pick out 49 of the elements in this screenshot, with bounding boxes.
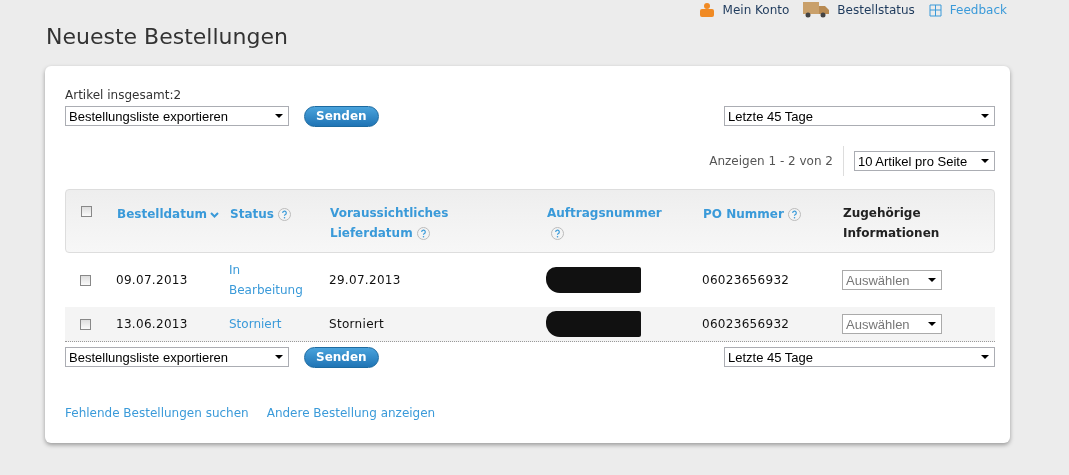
row-checkbox[interactable]	[80, 274, 91, 286]
pagination-summary: Anzeigen 1 - 2 von 2	[709, 146, 844, 176]
column-header[interactable]: Status	[230, 204, 291, 224]
dropdown-arrow-icon	[981, 114, 989, 118]
column-header[interactable]: Bestelldatum	[117, 204, 219, 224]
per-page-dropdown[interactable]: 10 Artikel pro Seite	[854, 151, 995, 171]
dropdown-arrow-icon	[275, 355, 283, 359]
export-dropdown[interactable]: Bestellungsliste exportieren	[65, 347, 289, 367]
delivery-date: 29.07.2013	[329, 273, 402, 287]
help-icon[interactable]	[551, 227, 564, 240]
help-icon[interactable]	[277, 208, 291, 221]
send-button[interactable]: Senden	[304, 346, 379, 368]
date-range-dropdown[interactable]: Letzte 45 Tage	[724, 347, 995, 367]
delivery-date: Storniert	[329, 317, 386, 331]
export-dropdown[interactable]: Bestellungsliste exportieren	[65, 106, 289, 126]
item-total: Artikel insgesamt:2	[65, 88, 183, 102]
footer-link[interactable]: Andere Bestellung anzeigen	[266, 403, 436, 423]
sort-chevron-icon	[210, 211, 219, 218]
row-checkbox[interactable]	[80, 318, 91, 330]
send-button[interactable]: Senden	[304, 105, 379, 127]
header-link[interactable]: Feedback	[928, 3, 1007, 17]
dropdown-arrow-icon	[928, 322, 936, 326]
order-date: 13.06.2013	[116, 317, 189, 331]
po-number: 06023656932	[702, 317, 791, 331]
select-all-checkbox[interactable]	[81, 206, 92, 217]
header-link[interactable]: Mein Konto	[698, 3, 790, 17]
date-range-dropdown[interactable]: Letzte 45 Tage	[724, 106, 995, 126]
help-icon[interactable]	[416, 227, 430, 240]
feedback-icon	[928, 3, 942, 17]
dropdown-arrow-icon	[275, 114, 283, 118]
status-link[interactable]: In Bearbeitung	[229, 260, 309, 300]
order-date: 09.07.2013	[116, 273, 189, 287]
column-header[interactable]: Auftragsnummer	[547, 203, 669, 243]
header-link[interactable]: Bestellstatus	[803, 2, 915, 18]
truck-icon	[803, 2, 830, 18]
footer-link[interactable]: Fehlende Bestellungen suchen	[65, 403, 249, 423]
status-link[interactable]: Storniert	[229, 314, 282, 334]
help-icon[interactable]	[787, 208, 801, 221]
column-header[interactable]: Voraussichtliches Lieferdatum	[330, 203, 452, 243]
column-header: Zugehörige Informationen	[843, 205, 941, 242]
dropdown-arrow-icon	[928, 278, 936, 282]
page-title: Neueste Bestellungen	[46, 24, 289, 49]
select-dropdown[interactable]: Auswählen	[842, 270, 942, 290]
dropdown-arrow-icon	[981, 355, 989, 359]
dropdown-arrow-icon	[981, 159, 989, 163]
column-header[interactable]: PO Nummer	[703, 204, 801, 224]
person-icon	[698, 3, 715, 17]
select-dropdown[interactable]: Auswählen	[842, 314, 942, 334]
po-number: 06023656932	[702, 273, 791, 287]
